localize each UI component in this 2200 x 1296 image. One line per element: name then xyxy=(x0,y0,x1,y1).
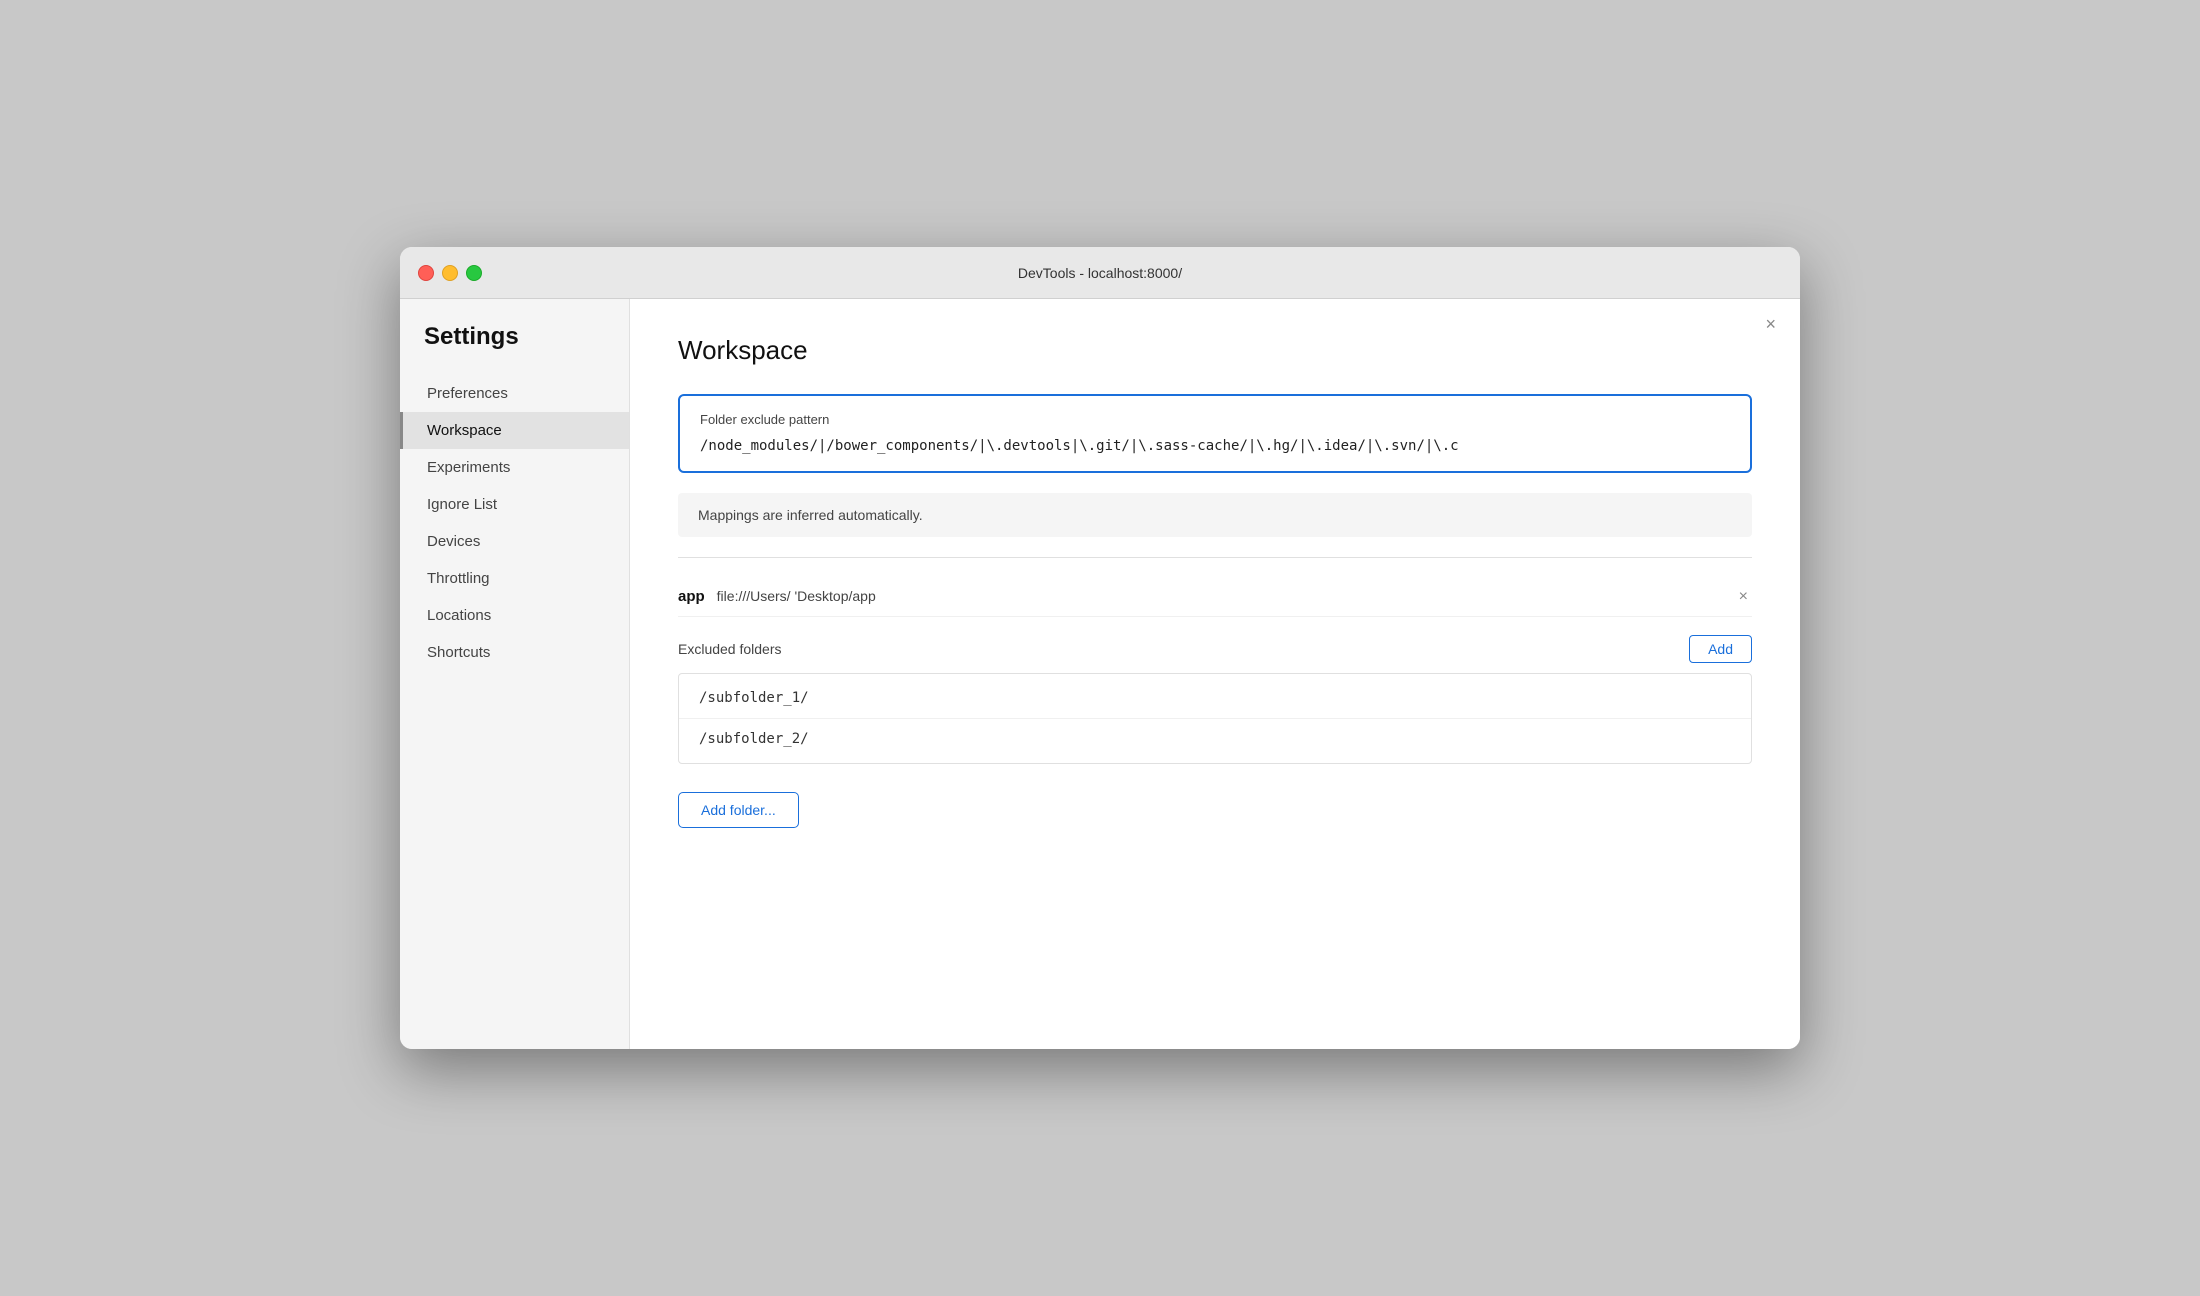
minimize-traffic-light[interactable] xyxy=(442,265,458,281)
sidebar-item-throttling[interactable]: Throttling xyxy=(400,560,629,597)
mappings-info-text: Mappings are inferred automatically. xyxy=(698,507,923,523)
subfolder-item: /subfolder_1/ xyxy=(679,678,1751,719)
sidebar-item-shortcuts[interactable]: Shortcuts xyxy=(400,634,629,671)
subfolders-list: /subfolder_1/ /subfolder_2/ xyxy=(678,673,1752,764)
subfolder-item: /subfolder_2/ xyxy=(679,719,1751,759)
folder-exclude-label: Folder exclude pattern xyxy=(700,412,1730,427)
titlebar: DevTools - localhost:8000/ xyxy=(400,247,1800,299)
excluded-folders-row: Excluded folders Add xyxy=(678,635,1752,663)
folder-name: app xyxy=(678,588,705,605)
close-traffic-light[interactable] xyxy=(418,265,434,281)
excluded-folders-label: Excluded folders xyxy=(678,641,782,657)
main-content: × Workspace Folder exclude pattern Mappi… xyxy=(630,299,1800,1049)
folder-remove-button[interactable]: × xyxy=(1735,588,1752,606)
page-title: Workspace xyxy=(678,335,1752,366)
maximize-traffic-light[interactable] xyxy=(466,265,482,281)
add-folder-button[interactable]: Add folder... xyxy=(678,792,799,828)
add-excluded-folder-button[interactable]: Add xyxy=(1689,635,1752,663)
sidebar-item-workspace[interactable]: Workspace xyxy=(400,412,629,449)
mappings-info: Mappings are inferred automatically. xyxy=(678,493,1752,537)
sidebar-item-devices[interactable]: Devices xyxy=(400,523,629,560)
sidebar-item-experiments[interactable]: Experiments xyxy=(400,449,629,486)
sidebar: Settings Preferences Workspace Experimen… xyxy=(400,299,630,1049)
devtools-window: DevTools - localhost:8000/ Settings Pref… xyxy=(400,247,1800,1049)
sidebar-item-preferences[interactable]: Preferences xyxy=(400,375,629,412)
folder-exclude-box: Folder exclude pattern xyxy=(678,394,1752,473)
traffic-lights xyxy=(418,265,482,281)
window-body: Settings Preferences Workspace Experimen… xyxy=(400,299,1800,1049)
sidebar-heading: Settings xyxy=(400,323,629,375)
section-divider xyxy=(678,557,1752,558)
folder-entry: app file:///Users/ 'Desktop/app × xyxy=(678,578,1752,617)
sidebar-item-locations[interactable]: Locations xyxy=(400,597,629,634)
close-button[interactable]: × xyxy=(1765,315,1776,333)
titlebar-title: DevTools - localhost:8000/ xyxy=(1018,265,1182,281)
folder-path: file:///Users/ 'Desktop/app xyxy=(717,588,1723,604)
folder-exclude-input[interactable] xyxy=(700,438,1730,454)
sidebar-item-ignore-list[interactable]: Ignore List xyxy=(400,486,629,523)
